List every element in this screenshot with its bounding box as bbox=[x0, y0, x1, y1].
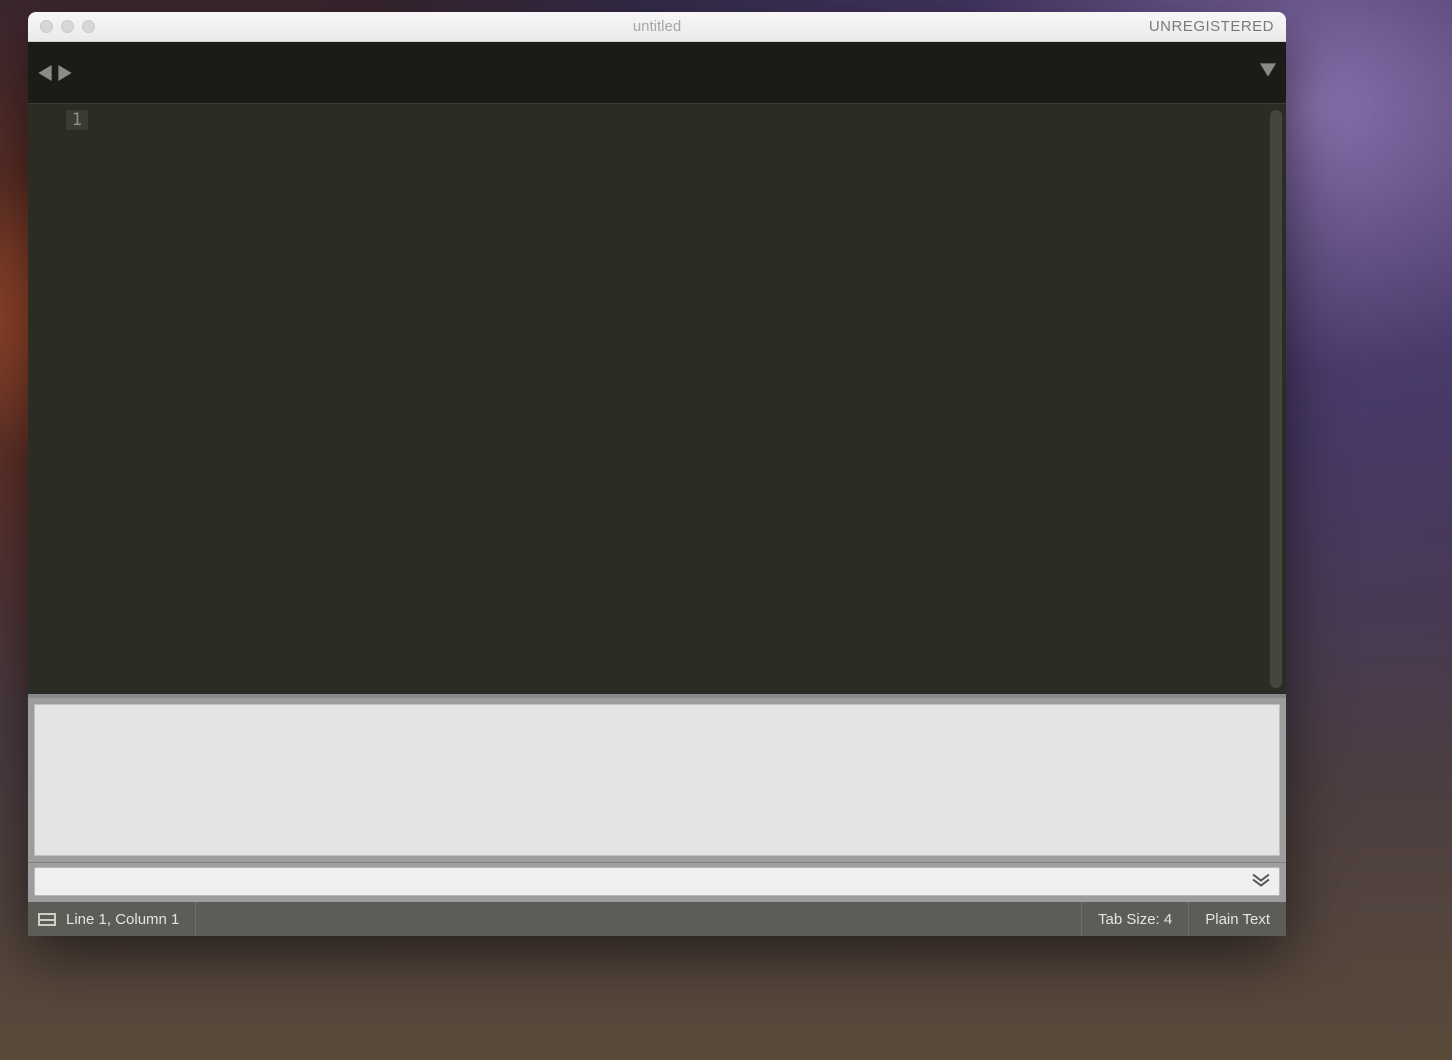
command-dropdown[interactable] bbox=[34, 867, 1280, 896]
statusbar-spacer bbox=[196, 902, 1082, 936]
window-title: untitled bbox=[28, 18, 1286, 35]
window-controls bbox=[28, 20, 95, 33]
tab-bar bbox=[28, 42, 1286, 104]
forward-icon[interactable] bbox=[58, 65, 72, 81]
cursor-position: Line 1, Column 1 bbox=[66, 911, 179, 928]
tab-size-selector[interactable]: Tab Size: 4 bbox=[1082, 902, 1189, 936]
tab-size-label: Tab Size: 4 bbox=[1098, 911, 1172, 928]
panel-toggle[interactable]: Line 1, Column 1 bbox=[28, 902, 196, 936]
syntax-selector[interactable]: Plain Text bbox=[1189, 902, 1286, 936]
history-nav bbox=[38, 65, 72, 81]
vertical-scrollbar[interactable] bbox=[1270, 110, 1282, 688]
close-window-button[interactable] bbox=[40, 20, 53, 33]
titlebar[interactable]: untitled UNREGISTERED bbox=[28, 12, 1286, 42]
line-number: 1 bbox=[66, 110, 88, 130]
editor-window: untitled UNREGISTERED 1 bbox=[28, 12, 1286, 936]
output-panel bbox=[28, 694, 1286, 862]
zoom-window-button[interactable] bbox=[82, 20, 95, 33]
chevron-down-icon bbox=[1251, 872, 1271, 891]
text-editor[interactable] bbox=[98, 104, 1286, 694]
registration-status[interactable]: UNREGISTERED bbox=[1149, 18, 1286, 35]
desktop-background: untitled UNREGISTERED 1 bbox=[0, 0, 1452, 1060]
line-number-gutter: 1 bbox=[28, 104, 98, 694]
panel-layout-icon bbox=[38, 913, 56, 926]
syntax-label: Plain Text bbox=[1205, 911, 1270, 928]
tab-overflow-icon[interactable] bbox=[1260, 64, 1276, 81]
status-bar: Line 1, Column 1 Tab Size: 4 Plain Text bbox=[28, 902, 1286, 936]
back-icon[interactable] bbox=[38, 65, 52, 81]
minimize-window-button[interactable] bbox=[61, 20, 74, 33]
editor-area: 1 bbox=[28, 104, 1286, 694]
output-panel-content[interactable] bbox=[34, 704, 1280, 856]
command-row bbox=[28, 862, 1286, 902]
